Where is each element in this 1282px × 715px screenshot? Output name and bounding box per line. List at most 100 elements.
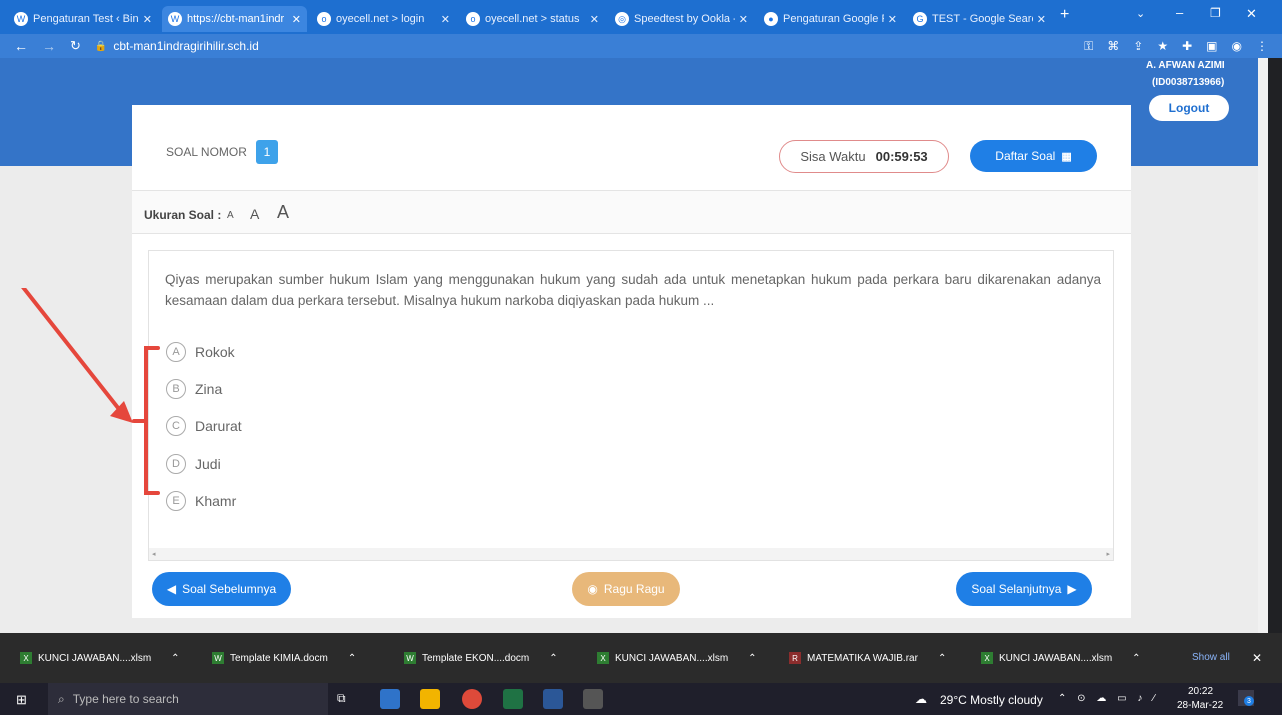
file-explorer-icon[interactable] xyxy=(380,689,400,709)
close-icon[interactable]: ✕ xyxy=(292,13,301,26)
key-icon[interactable]: ⚿ xyxy=(1084,39,1093,54)
reload-icon[interactable]: ↻ xyxy=(70,38,81,54)
logout-button[interactable]: Logout xyxy=(1149,95,1229,121)
notification-count: 3 xyxy=(1244,696,1254,706)
previous-question-button[interactable]: ◀ Soal Sebelumnya xyxy=(152,572,291,606)
minimize-button[interactable]: – xyxy=(1176,5,1183,20)
divider xyxy=(132,233,1131,234)
tab-2[interactable]: Whttps://cbt-man1indr ✕ xyxy=(162,6,307,32)
tab-search-icon[interactable]: ⌄ xyxy=(1136,7,1145,20)
downloads-bar: X KUNCI JAWABAN....xlsm ⌃ W Template KIMIA.… xyxy=(0,633,1282,683)
option-a[interactable]: A Rokok xyxy=(166,342,235,362)
font-size-large-button[interactable]: A xyxy=(277,202,289,223)
close-downloads-icon[interactable]: ✕ xyxy=(1252,651,1262,665)
tab-1[interactable]: W Pengaturan Test ‹ Bin ✕ xyxy=(8,6,158,32)
font-size-medium-button[interactable]: A xyxy=(250,206,259,222)
chevron-up-icon[interactable]: ⌃ xyxy=(171,653,179,664)
page-content: A. AFWAN AZIMI (ID0038713966) Logout SOA… xyxy=(0,58,1268,633)
question-list-button[interactable]: Daftar Soal ▦ xyxy=(970,140,1097,172)
font-size-label: Ukuran Soal : xyxy=(144,208,222,222)
tab-3[interactable]: o oyecell.net > login ✕ xyxy=(311,6,456,32)
option-e[interactable]: E Khamr xyxy=(166,491,236,511)
search-icon: ⌕ xyxy=(58,691,65,706)
address-bar: ← → ↻ 🔒 cbt-man1indragirihilir.sch.id ⚿ … xyxy=(0,34,1282,58)
excel-icon[interactable] xyxy=(503,689,523,709)
doubt-button[interactable]: ◉ Ragu Ragu xyxy=(572,572,680,606)
back-icon[interactable]: ← xyxy=(14,38,28,54)
profile-icon[interactable]: ◉ xyxy=(1232,39,1242,54)
doubt-label: Ragu Ragu xyxy=(603,582,665,596)
extensions-icon[interactable]: ✚ xyxy=(1182,39,1192,54)
timer-label: Sisa Waktu xyxy=(800,149,866,164)
close-window-button[interactable]: ✕ xyxy=(1246,6,1257,22)
close-icon[interactable]: ✕ xyxy=(441,13,450,26)
speedtest-icon: ◎ xyxy=(615,12,629,26)
grid-icon: ▦ xyxy=(1061,150,1072,163)
download-item[interactable]: R MATEMATIKA WAJIB.rar ⌃ xyxy=(789,647,946,669)
sticky-notes-icon[interactable] xyxy=(420,689,440,709)
chevron-right-icon: ▶ xyxy=(1067,582,1077,596)
task-view-icon[interactable]: ⧉ xyxy=(337,691,357,711)
next-question-button[interactable]: Soal Selanjutnya ▶ xyxy=(956,572,1092,606)
question-text: Qiyas merupakan sumber hukum Islam yang … xyxy=(165,272,1101,308)
excel-file-icon: X xyxy=(20,652,32,664)
previous-label: Soal Sebelumnya xyxy=(182,582,277,596)
menu-icon[interactable]: ⋮ xyxy=(1256,39,1268,54)
font-size-small-button[interactable]: A xyxy=(227,210,234,221)
download-item[interactable]: W Template KIMIA.docm ⌃ xyxy=(212,647,356,669)
weather-icon: ☁ xyxy=(915,692,927,706)
site-icon: o xyxy=(317,12,331,26)
close-icon[interactable]: ✕ xyxy=(739,13,748,26)
chevron-up-icon[interactable]: ⌃ xyxy=(1132,653,1140,664)
url-field[interactable]: cbt-man1indragirihilir.sch.id xyxy=(113,39,258,53)
clock-time: 20:22 xyxy=(1188,686,1214,697)
tab-5[interactable]: ◎ Speedtest by Ookla - ✕ xyxy=(609,6,754,32)
close-icon[interactable]: ✕ xyxy=(888,13,897,26)
vertical-scrollbar[interactable] xyxy=(1258,58,1268,633)
option-b[interactable]: B Zina xyxy=(166,379,222,399)
notification-icon[interactable]: 3 xyxy=(1238,690,1254,706)
chrome-icon[interactable] xyxy=(462,689,482,709)
site-icon: o xyxy=(466,12,480,26)
show-all-button[interactable]: Show all xyxy=(1192,652,1230,663)
exam-card: SOAL NOMOR 1 Sisa Waktu 00:59:53 Daftar … xyxy=(132,105,1131,618)
star-icon[interactable]: ★ xyxy=(1157,39,1168,54)
option-d[interactable]: D Judi xyxy=(166,454,221,474)
tab-7[interactable]: G TEST - Google Search ✕ xyxy=(907,6,1052,32)
sidepanel-icon[interactable]: ▣ xyxy=(1206,39,1217,54)
download-item[interactable]: X KUNCI JAWABAN....xlsm ⌃ xyxy=(20,647,180,669)
horizontal-scrollbar[interactable]: ◂ ▸ xyxy=(149,548,1113,560)
question-number-badge: 1 xyxy=(256,140,278,164)
download-item[interactable]: X KUNCI JAWABAN....xlsm ⌃ xyxy=(597,647,757,669)
close-icon[interactable]: ✕ xyxy=(1037,13,1046,26)
new-tab-button[interactable]: + xyxy=(1060,6,1069,24)
chevron-up-icon[interactable]: ⌃ xyxy=(348,653,356,664)
close-icon[interactable]: ✕ xyxy=(590,13,599,26)
word-icon[interactable] xyxy=(543,689,563,709)
chevron-up-icon[interactable]: ⌃ xyxy=(938,653,946,664)
tray-icons[interactable]: ⌃ ⊙ ☁ ▭ ♪ ∕ xyxy=(1058,693,1159,704)
tab-6[interactable]: ● Pengaturan Google F ✕ xyxy=(758,6,903,32)
translate-icon[interactable]: ⌘ xyxy=(1107,39,1119,54)
app-icon[interactable] xyxy=(583,689,603,709)
option-c[interactable]: C Darurat xyxy=(166,416,242,436)
windows-start-icon[interactable]: ⊞ xyxy=(16,692,27,708)
lock-icon: 🔒 xyxy=(94,40,108,52)
chevron-up-icon[interactable]: ⌃ xyxy=(748,653,756,664)
download-item[interactable]: X KUNCI JAWABAN....xlsm ⌃ xyxy=(981,647,1141,669)
site-icon: ● xyxy=(764,12,778,26)
maximize-button[interactable]: ❐ xyxy=(1210,6,1221,20)
chevron-up-icon[interactable]: ⌃ xyxy=(549,653,557,664)
close-icon[interactable]: ✕ xyxy=(143,13,152,26)
user-name: A. AFWAN AZIMI xyxy=(1146,60,1225,71)
download-item[interactable]: W Template EKON....docm ⌃ xyxy=(404,647,558,669)
option-text: Zina xyxy=(195,381,223,397)
forward-icon[interactable]: → xyxy=(42,38,56,54)
taskbar-search[interactable]: ⌕ Type here to search xyxy=(48,683,328,715)
word-file-icon: W xyxy=(404,652,416,664)
question-number-label: SOAL NOMOR xyxy=(166,145,247,159)
tab-4[interactable]: o oyecell.net > status ✕ xyxy=(460,6,605,32)
search-placeholder: Type here to search xyxy=(72,692,179,706)
share-icon[interactable]: ⇪ xyxy=(1133,39,1143,54)
annotation-arrow xyxy=(21,288,160,495)
